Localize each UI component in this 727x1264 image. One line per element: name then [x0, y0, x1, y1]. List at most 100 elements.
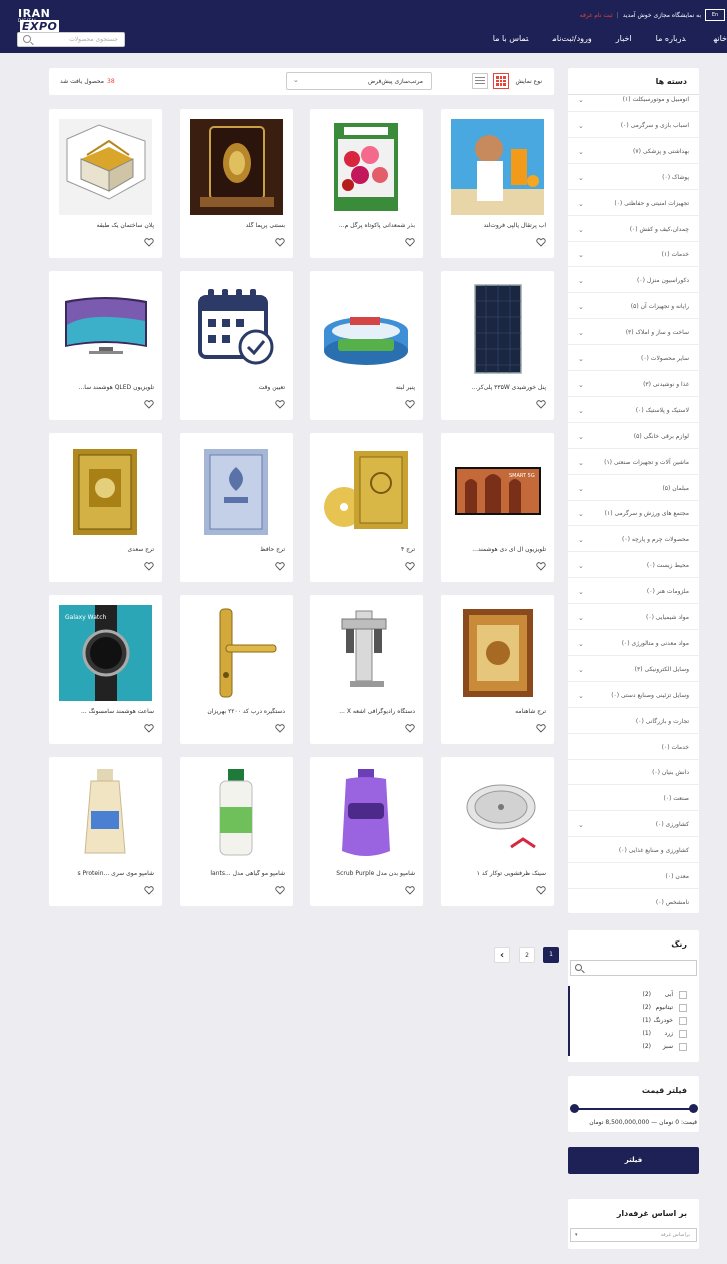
product-image[interactable] [320, 767, 413, 863]
category-item[interactable]: دکوراسیون منزل (۰) ⌄ [568, 269, 699, 294]
color-search-input[interactable] [570, 960, 697, 976]
color-option[interactable]: آبی (2) [587, 990, 687, 1002]
category-item[interactable]: معدن (۰) [568, 865, 699, 889]
heart-icon[interactable] [536, 561, 546, 571]
product-name[interactable]: پنیر لبنه [315, 384, 415, 391]
page-2-button[interactable]: 2 [519, 947, 535, 963]
product-card[interactable]: ترج سعدی [49, 433, 162, 582]
product-image[interactable] [59, 281, 152, 377]
chevron-down-icon[interactable]: ⌄ [578, 459, 584, 467]
nav-news[interactable]: اخبار [616, 34, 632, 43]
heart-icon[interactable] [405, 561, 415, 571]
category-item[interactable]: محصولات چرم و پارچه (۰) ⌄ [568, 528, 699, 553]
category-item[interactable]: صنعت (۰) [568, 787, 699, 812]
search-icon[interactable] [23, 35, 31, 43]
product-image[interactable]: SMART 5G [451, 443, 544, 539]
category-item[interactable]: تجهیزات امنیتی و حفاظتی (۰) ⌄ [568, 192, 699, 216]
chevron-down-icon[interactable]: ⌄ [578, 200, 584, 208]
chevron-down-icon[interactable]: ⌄ [578, 433, 584, 441]
heart-icon[interactable] [405, 399, 415, 409]
color-checkbox[interactable] [679, 1043, 687, 1051]
color-option[interactable]: تیتانیوم (2) [587, 1003, 687, 1015]
category-item[interactable]: مواد معدنی و متالورژی (۰) ⌄ [568, 632, 699, 656]
category-item[interactable]: غذا و نوشیدنی (۳) ⌄ [568, 373, 699, 397]
product-image[interactable] [451, 767, 544, 863]
price-max-handle[interactable] [689, 1104, 698, 1113]
heart-icon[interactable] [536, 399, 546, 409]
category-item[interactable]: خدمات (۰) [568, 736, 699, 760]
category-item[interactable]: مواد شیمیایی (۰) ⌄ [568, 606, 699, 630]
heart-icon[interactable] [144, 561, 154, 571]
heart-icon[interactable] [144, 723, 154, 733]
product-image[interactable] [190, 281, 283, 377]
product-name[interactable]: ترج سعدی [54, 546, 154, 553]
product-name[interactable]: آب پرتقال پالپی فروت‌لند [446, 222, 546, 229]
product-name[interactable]: پلان ساختمان یک طبقه [54, 222, 154, 229]
price-slider-track[interactable] [572, 1108, 695, 1110]
category-item[interactable]: وسایل تزئینی وصنایع دستی (۰) ⌄ [568, 684, 699, 708]
color-checkbox[interactable] [679, 1017, 687, 1025]
product-card[interactable]: ترج شاهنامه [441, 595, 554, 744]
product-name[interactable]: شامپو بدن مدل Scrub Purple [315, 870, 415, 877]
product-image[interactable]: Galaxy Watch [59, 605, 152, 701]
chevron-down-icon[interactable]: ⌄ [578, 381, 584, 389]
product-card[interactable]: ترج ۴ [310, 433, 423, 582]
category-item[interactable]: مبلمان (۵) ⌄ [568, 477, 699, 501]
product-image[interactable] [451, 605, 544, 701]
color-checkbox[interactable] [679, 991, 687, 999]
booth-register-link[interactable]: ثبت نام غرفه [580, 12, 613, 19]
chevron-down-icon[interactable]: ⌄ [578, 588, 584, 596]
category-item[interactable]: ماشین آلات و تجهیزات صنعتی (۱) ⌄ [568, 451, 699, 475]
product-name[interactable]: تلویزیون QLED هوشمند سا... [54, 384, 154, 391]
heart-icon[interactable] [275, 561, 285, 571]
product-card[interactable]: شامپو بدن مدل Scrub Purple [310, 757, 423, 906]
filter-button[interactable]: فیلتر [568, 1147, 699, 1174]
category-item[interactable]: پوشاک (۰) ⌄ [568, 166, 699, 190]
category-item[interactable]: لوازم برقی خانگی (۵) ⌄ [568, 425, 699, 449]
booth-select[interactable]: براساس غرفه ▾ [570, 1228, 697, 1242]
product-card[interactable]: شامپو مو گیاهی مدل ...lants [180, 757, 293, 906]
sort-select[interactable]: مرتب‌سازی پیش‌فرض ⌄ [286, 72, 432, 90]
product-image[interactable] [320, 281, 413, 377]
chevron-down-icon[interactable]: ⌄ [578, 122, 584, 130]
category-item[interactable]: وسایل الکترونیکی (۳) ⌄ [568, 658, 699, 682]
product-name[interactable]: بذر شمعدانی پاکوتاه پرگل م... [315, 222, 415, 229]
color-option[interactable]: سبز (2) [587, 1042, 687, 1054]
product-image[interactable] [190, 443, 283, 539]
chevron-down-icon[interactable]: ⌄ [578, 614, 584, 622]
heart-icon[interactable] [144, 237, 154, 247]
category-item[interactable]: نامشخص (۰) [568, 891, 699, 915]
chevron-down-icon[interactable]: ⌄ [578, 485, 584, 493]
chevron-down-icon[interactable]: ⌄ [578, 148, 584, 156]
product-name[interactable]: پنل خورشیدی ۳۳۵W پلی‌کر... [446, 384, 546, 391]
chevron-down-icon[interactable]: ⌄ [578, 96, 584, 104]
product-name[interactable]: سینک ظرفشویی توکار کد ۱ [446, 870, 546, 877]
chevron-down-icon[interactable]: ⌄ [578, 174, 584, 182]
chevron-down-icon[interactable]: ⌄ [578, 277, 584, 285]
search-input[interactable]: جستجوی محصولات [17, 32, 125, 47]
product-image[interactable] [451, 281, 544, 377]
color-checkbox[interactable] [679, 1004, 687, 1012]
page-1-button[interactable]: 1 [543, 947, 559, 963]
chevron-down-icon[interactable]: ⌄ [578, 562, 584, 570]
product-card[interactable]: سینک ظرفشویی توکار کد ۱ [441, 757, 554, 906]
language-switch[interactable]: En [705, 9, 725, 21]
heart-icon[interactable] [275, 885, 285, 895]
color-option[interactable]: زرد (1) [587, 1029, 687, 1041]
product-name[interactable]: تعیین وقت [185, 384, 285, 391]
product-card[interactable]: آب پرتقال پالپی فروت‌لند [441, 109, 554, 258]
prev-page-button[interactable]: ‹ [494, 947, 510, 963]
category-item[interactable]: بهداشتی و پزشکی (۷) ⌄ [568, 140, 699, 164]
product-card[interactable]: بذر شمعدانی پاکوتاه پرگل م... [310, 109, 423, 258]
category-item[interactable]: چمدان،کیف و کفش (۰) ⌄ [568, 218, 699, 242]
product-image[interactable] [190, 605, 283, 701]
category-item[interactable]: لاستیک و پلاستیک (۰) ⌄ [568, 399, 699, 423]
chevron-down-icon[interactable]: ⌄ [578, 226, 584, 234]
category-item[interactable]: خدمات (۱) ⌄ [568, 243, 699, 268]
product-card[interactable]: دستگیره درب کد ۲۲۰۰ بهریزان [180, 595, 293, 744]
category-item[interactable]: ملزومات هنر (۰) ⌄ [568, 580, 699, 605]
product-name[interactable]: تلویزیون ال ای دی هوشمند... [446, 546, 546, 553]
product-image[interactable] [59, 443, 152, 539]
chevron-down-icon[interactable]: ⌄ [578, 510, 584, 518]
price-min-handle[interactable] [570, 1104, 579, 1113]
